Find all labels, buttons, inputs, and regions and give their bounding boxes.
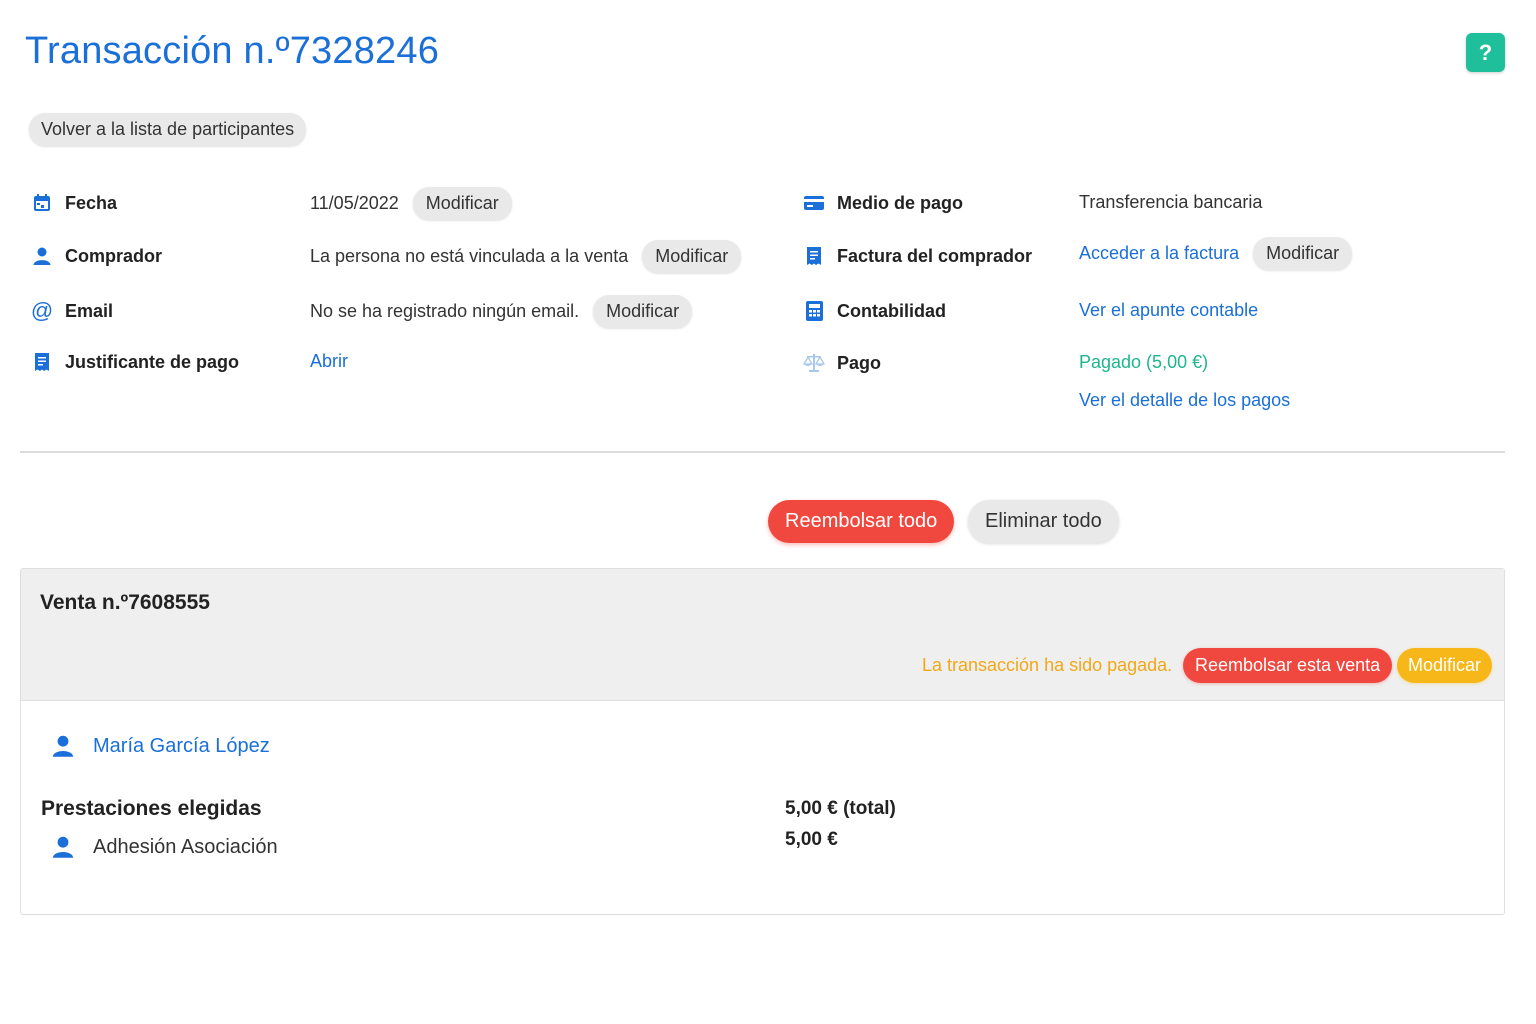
receipt-value-row: Abrir <box>310 351 348 372</box>
email-value-row: No se ha registrado ningún email. Modifi… <box>310 295 693 328</box>
sale-card: Venta n.º7608555 La transacción ha sido … <box>20 568 1505 915</box>
payment-method-label-row: Medio de pago <box>803 192 963 214</box>
invoice-icon <box>803 245 825 267</box>
participant-name-link[interactable]: María García López <box>93 735 270 758</box>
invoice-value-row: Acceder a la factura Modificar <box>1079 237 1353 270</box>
payment-details-link[interactable]: Ver el detalle de los pagos <box>1079 390 1290 411</box>
user-icon <box>51 734 75 758</box>
date-label-row: Fecha <box>31 192 117 214</box>
sale-header: Venta n.º7608555 La transacción ha sido … <box>21 569 1504 701</box>
payment-method-value: Transferencia bancaria <box>1079 192 1263 212</box>
help-icon: ? <box>1478 39 1493 65</box>
modify-sale-button[interactable]: Modificar <box>1397 648 1493 683</box>
email-label: Email <box>65 300 114 321</box>
modify-email-button[interactable]: Modificar <box>593 295 693 328</box>
payment-status-value: Pagado (5,00 €) <box>1079 352 1209 372</box>
payment-value-row: Pagado (5,00 €) <box>1079 352 1208 373</box>
date-label: Fecha <box>65 192 118 213</box>
back-to-participants-button[interactable]: Volver a la lista de participantes <box>29 113 307 146</box>
page-title: Transacción n.º7328246 <box>25 30 440 72</box>
accounting-label-row: Contabilidad <box>803 300 946 322</box>
calculator-icon <box>803 300 825 322</box>
receipt-icon <box>31 351 53 373</box>
modify-invoice-button[interactable]: Modificar <box>1253 237 1353 270</box>
user-icon <box>51 835 75 859</box>
service-item-name: Adhesión Asociación <box>93 835 278 858</box>
accounting-label: Contabilidad <box>837 300 946 321</box>
credit-card-icon <box>803 192 825 214</box>
buyer-value: La persona no está vinculada a la venta <box>310 246 629 266</box>
help-button[interactable]: ? <box>1466 33 1505 72</box>
date-value-row: 11/05/2022 Modificar <box>310 187 512 220</box>
receipt-label-row: Justificante de pago <box>31 351 239 373</box>
buyer-value-row: La persona no está vinculada a la venta … <box>310 240 742 273</box>
accounting-value-row: Ver el apunte contable <box>1079 300 1258 321</box>
service-item-price: 5,00 € <box>785 829 838 850</box>
receipt-label: Justificante de pago <box>65 351 240 372</box>
sale-status-text: La transacción ha sido pagada. <box>922 655 1173 675</box>
buyer-label: Comprador <box>65 245 163 266</box>
payment-label: Pago <box>837 352 882 373</box>
sale-title: Venta n.º7608555 <box>40 591 210 614</box>
date-value: 11/05/2022 <box>310 193 399 213</box>
services-total: 5,00 € (total) <box>785 798 896 819</box>
delete-all-button[interactable]: Eliminar todo <box>968 500 1119 543</box>
section-divider <box>20 451 1505 453</box>
modify-date-button[interactable]: Modificar <box>412 187 512 220</box>
email-label-row: @ Email <box>30 298 114 323</box>
payment-method-value-row: Transferencia bancaria <box>1079 192 1262 213</box>
services-title: Prestaciones elegidas <box>41 797 262 820</box>
access-invoice-link[interactable]: Acceder a la factura <box>1079 243 1239 264</box>
open-receipt-link[interactable]: Abrir <box>310 351 348 372</box>
participant-row: María García López <box>51 734 270 758</box>
payment-detail-row: Ver el detalle de los pagos <box>1079 390 1290 411</box>
user-icon <box>31 245 53 267</box>
refund-all-button[interactable]: Reembolsar todo <box>768 500 955 543</box>
buyer-label-row: Comprador <box>31 245 162 267</box>
service-item: Adhesión Asociación <box>51 835 278 859</box>
email-value: No se ha registrado ningún email. <box>310 301 580 321</box>
modify-buyer-button[interactable]: Modificar <box>642 240 742 273</box>
invoice-label-row: Factura del comprador <box>803 245 1032 267</box>
payment-method-label: Medio de pago <box>837 192 963 213</box>
refund-sale-button[interactable]: Reembolsar esta venta <box>1183 648 1393 683</box>
scale-icon <box>803 352 825 374</box>
payment-label-row: Pago <box>803 352 881 374</box>
calendar-icon <box>31 192 53 214</box>
invoice-label: Factura del comprador <box>837 245 1033 266</box>
accounting-entry-link[interactable]: Ver el apunte contable <box>1079 300 1258 321</box>
at-icon: @ <box>30 298 54 323</box>
